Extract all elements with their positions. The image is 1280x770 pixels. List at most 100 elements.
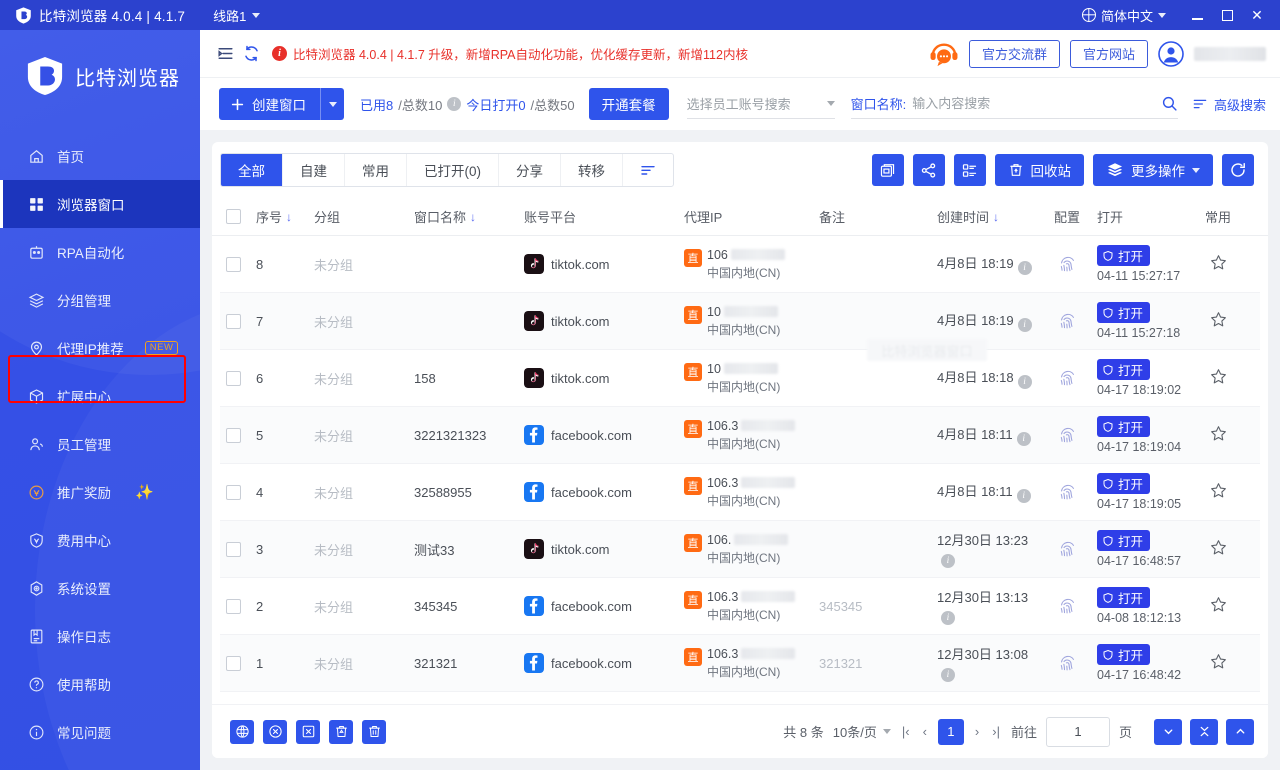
browser-fingerprint-button[interactable] bbox=[230, 719, 254, 744]
favorite-toggle[interactable] bbox=[1209, 595, 1228, 617]
column-header-proxy-ip[interactable]: 代理IP bbox=[684, 207, 819, 226]
export-excel-button[interactable] bbox=[296, 719, 320, 744]
favorite-toggle[interactable] bbox=[1209, 367, 1228, 389]
row-checkbox[interactable] bbox=[226, 427, 241, 443]
tab-frequent[interactable]: 常用 bbox=[345, 154, 407, 186]
favorite-toggle[interactable] bbox=[1209, 538, 1228, 560]
info-icon[interactable]: i bbox=[447, 97, 462, 111]
row-checkbox[interactable] bbox=[226, 598, 241, 614]
official-website-button[interactable]: 官方网站 bbox=[1069, 39, 1148, 68]
share-button[interactable] bbox=[912, 154, 945, 186]
open-window-button[interactable]: 打开 bbox=[1097, 587, 1151, 608]
cell-config[interactable] bbox=[1037, 597, 1097, 616]
save-windows-button[interactable] bbox=[871, 154, 904, 186]
sidebar-item-proxy-ip-recommend[interactable]: 代理IP推荐 NEW bbox=[0, 324, 200, 372]
column-header-platform[interactable]: 账号平台 bbox=[524, 207, 684, 226]
star-outline-icon[interactable] bbox=[1209, 367, 1228, 386]
table-row[interactable]: 7 未分组 tiktok.com 直 10 中国内地(CN) 4月8日 18:19 i 打开 04… bbox=[220, 293, 1260, 350]
star-outline-icon[interactable] bbox=[1209, 310, 1228, 329]
star-outline-icon[interactable] bbox=[1209, 538, 1228, 557]
column-header-note[interactable]: 备注 bbox=[819, 207, 937, 226]
favorite-toggle[interactable] bbox=[1209, 652, 1228, 674]
info-icon[interactable]: i bbox=[941, 611, 955, 625]
row-checkbox[interactable] bbox=[226, 541, 241, 557]
maximize-button[interactable] bbox=[1212, 0, 1242, 30]
sidebar-item-rpa[interactable]: RPA自动化 bbox=[0, 228, 200, 276]
headset-chat-icon[interactable] bbox=[929, 41, 959, 67]
table-row[interactable]: 2 未分组 345345 facebook.com 直 106.3 中国内地(CN) 3453… bbox=[220, 578, 1260, 635]
star-outline-icon[interactable] bbox=[1209, 595, 1228, 614]
tab-opened[interactable]: 已打开(0) bbox=[407, 154, 499, 186]
open-window-button[interactable]: 打开 bbox=[1097, 359, 1151, 380]
sidebar-item-faq[interactable]: 常见问题 bbox=[0, 708, 200, 756]
refresh-table-button[interactable] bbox=[1222, 154, 1254, 186]
sidebar-item-browser-windows[interactable]: 浏览器窗口 bbox=[0, 180, 200, 228]
cell-config[interactable] bbox=[1037, 483, 1097, 502]
language-selector[interactable]: 简体中文 bbox=[1081, 6, 1166, 25]
info-icon[interactable]: i bbox=[1017, 318, 1032, 332]
favorite-toggle[interactable] bbox=[1209, 481, 1228, 503]
column-header-favorite[interactable]: 常用 bbox=[1187, 207, 1249, 226]
last-page-button[interactable]: ›| bbox=[990, 724, 1002, 739]
recycle-button[interactable] bbox=[329, 719, 353, 744]
page-size-select[interactable]: 10条/页 bbox=[833, 722, 891, 741]
info-icon[interactable]: i bbox=[941, 554, 955, 568]
sidebar-item-help[interactable]: 使用帮助 bbox=[0, 660, 200, 708]
refresh-button[interactable] bbox=[238, 41, 264, 67]
open-window-button[interactable]: 打开 bbox=[1097, 473, 1151, 494]
close-button[interactable]: ✕ bbox=[1242, 0, 1272, 30]
sidebar-item-billing-center[interactable]: 费用中心 bbox=[0, 516, 200, 564]
list-settings-button[interactable] bbox=[953, 154, 986, 186]
table-row[interactable]: 5 未分组 3221321323 facebook.com 直 106.3 中国内地(CN)… bbox=[220, 407, 1260, 464]
cell-config[interactable] bbox=[1037, 312, 1097, 331]
row-checkbox[interactable] bbox=[226, 484, 241, 500]
info-icon[interactable]: i bbox=[1016, 432, 1031, 446]
favorite-toggle[interactable] bbox=[1209, 253, 1228, 275]
page-number-1[interactable]: 1 bbox=[937, 718, 964, 745]
column-header-no[interactable]: 序号 ↓ bbox=[256, 207, 314, 226]
favorite-toggle[interactable] bbox=[1209, 310, 1228, 332]
cell-config[interactable] bbox=[1037, 426, 1097, 445]
cell-config[interactable] bbox=[1037, 654, 1097, 673]
star-outline-icon[interactable] bbox=[1209, 253, 1228, 272]
official-group-button[interactable]: 官方交流群 bbox=[968, 39, 1060, 68]
prev-page-button[interactable]: ‹ bbox=[921, 724, 929, 739]
star-outline-icon[interactable] bbox=[1209, 481, 1228, 500]
row-checkbox[interactable] bbox=[226, 256, 241, 272]
goto-page-input[interactable] bbox=[1045, 716, 1110, 747]
info-icon[interactable]: i bbox=[1016, 489, 1031, 503]
column-header-window-name[interactable]: 窗口名称 ↓ bbox=[414, 207, 524, 226]
tab-shared[interactable]: 分享 bbox=[499, 154, 561, 186]
table-row[interactable]: 6 未分组 158 tiktok.com 直 10 中国内地(CN) 4月8日 18:18 i 打… bbox=[220, 350, 1260, 407]
column-header-config[interactable]: 配置 bbox=[1037, 207, 1097, 226]
advanced-search-button[interactable]: 高级搜索 bbox=[1192, 95, 1266, 114]
row-checkbox[interactable] bbox=[226, 313, 241, 329]
info-icon[interactable]: i bbox=[1017, 261, 1032, 275]
open-window-button[interactable]: 打开 bbox=[1097, 302, 1151, 323]
more-actions-button[interactable]: 更多操作 bbox=[1093, 154, 1213, 186]
scroll-up-button[interactable] bbox=[1226, 718, 1254, 745]
sidebar-item-home[interactable]: 首页 bbox=[0, 132, 200, 180]
user-avatar-icon[interactable] bbox=[1158, 40, 1184, 67]
table-row[interactable]: 8 未分组 tiktok.com 直 106 中国内地(CN) 4月8日 18:19 i 打开 0… bbox=[220, 236, 1260, 293]
table-row[interactable]: 1 未分组 321321 facebook.com 直 106.3 中国内地(CN) 3213… bbox=[220, 635, 1260, 692]
delete-button[interactable] bbox=[362, 719, 386, 744]
sidebar-item-operation-log[interactable]: 操作日志 bbox=[0, 612, 200, 660]
open-window-button[interactable]: 打开 bbox=[1097, 416, 1151, 437]
scroll-down-button[interactable] bbox=[1154, 718, 1182, 745]
tab-sort[interactable] bbox=[623, 154, 673, 186]
search-input[interactable] bbox=[912, 96, 1155, 111]
open-window-button[interactable]: 打开 bbox=[1097, 530, 1151, 551]
collapse-vertical-button[interactable] bbox=[1190, 718, 1218, 745]
tab-self-built[interactable]: 自建 bbox=[283, 154, 345, 186]
select-all-checkbox[interactable] bbox=[226, 209, 241, 224]
sidebar-item-group-management[interactable]: 分组管理 bbox=[0, 276, 200, 324]
open-window-button[interactable]: 打开 bbox=[1097, 644, 1151, 665]
info-icon[interactable]: i bbox=[941, 668, 955, 682]
table-row[interactable]: 3 未分组 测试33 tiktok.com 直 106. 中国内地(CN) 12月30日 13… bbox=[220, 521, 1260, 578]
cell-config[interactable] bbox=[1037, 255, 1097, 274]
cell-config[interactable] bbox=[1037, 540, 1097, 559]
search-icon[interactable] bbox=[1161, 95, 1178, 112]
collapse-sidebar-button[interactable] bbox=[212, 41, 238, 67]
create-window-dropdown[interactable] bbox=[320, 88, 344, 120]
